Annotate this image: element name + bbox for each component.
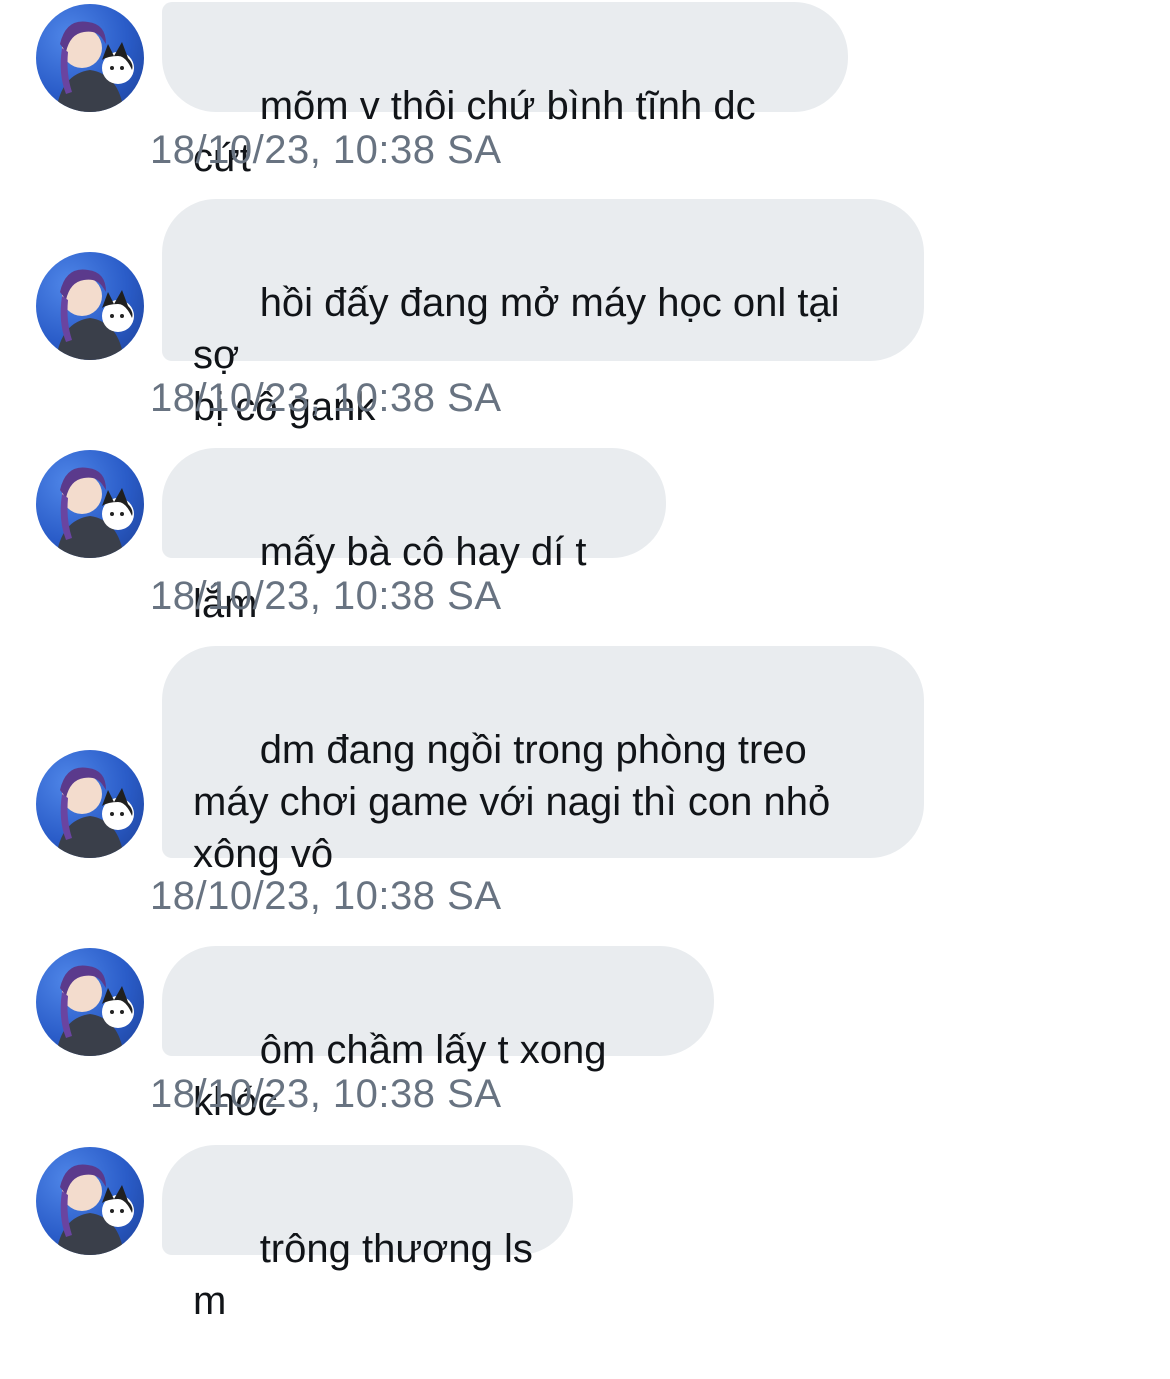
message-timestamp: 18/10/23, 10:38 SA <box>150 574 502 618</box>
message-text: trông thương ls m <box>193 1227 544 1323</box>
message-timestamp: 18/10/23, 10:38 SA <box>150 874 502 918</box>
message-bubble[interactable]: trông thương ls m <box>162 1145 573 1323</box>
message-bubble[interactable]: mấy bà cô hay dí t lắm <box>162 448 666 626</box>
message-bubble[interactable]: hồi đấy đang mở máy học onl tại sợ bị cô… <box>162 199 924 429</box>
message-timestamp: 18/10/23, 10:38 SA <box>150 128 502 172</box>
message-text: dm đang ngồi trong phòng treo máy chơi g… <box>193 728 831 876</box>
message-timestamp: 18/10/23, 10:38 SA <box>150 1072 502 1116</box>
message-bubble[interactable]: mõm v thôi chứ bình tĩnh dc cứt <box>162 2 848 180</box>
message-bubble[interactable]: dm đang ngồi trong phòng treo máy chơi g… <box>162 646 924 876</box>
message-bubble[interactable]: ôm chầm lấy t xong khóc <box>162 946 714 1124</box>
message-timestamp: 18/10/23, 10:38 SA <box>150 376 502 420</box>
